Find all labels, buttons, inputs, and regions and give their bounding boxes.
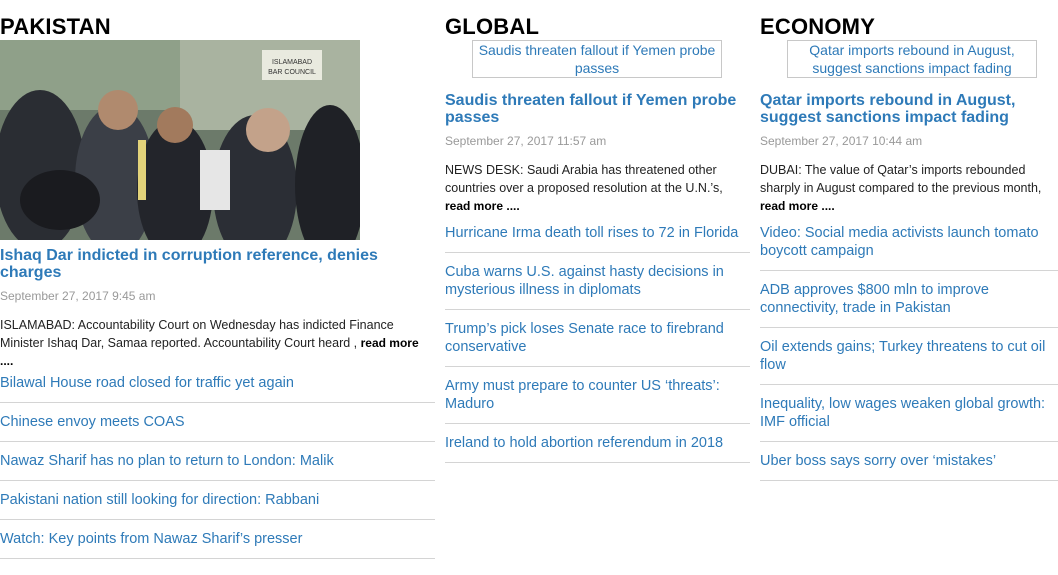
lead-thumbnail-alt[interactable]: Saudis threaten fallout if Yemen probe p…	[472, 40, 722, 78]
list-item: Watch: Key points from Nawaz Sharif’s pr…	[0, 530, 435, 559]
news-link[interactable]: Watch: Key points from Nawaz Sharif’s pr…	[0, 531, 302, 547]
news-link[interactable]: Pakistani nation still looking for direc…	[0, 492, 319, 508]
list-item: Pakistani nation still looking for direc…	[0, 491, 435, 520]
lead-date: September 27, 2017 9:45 am	[0, 289, 156, 303]
lead-headline[interactable]: Ishaq Dar indicted in corruption referen…	[0, 247, 435, 281]
lead-date: September 27, 2017 11:57 am	[445, 134, 607, 148]
list-item: Video: Social media activists launch tom…	[760, 224, 1058, 271]
news-link[interactable]: Army must prepare to counter US ‘threats…	[445, 378, 720, 412]
read-more-link[interactable]: read more ....	[760, 199, 835, 213]
svg-text:BAR COUNCIL: BAR COUNCIL	[268, 69, 316, 76]
list-item: Cuba warns U.S. against hasty decisions …	[445, 263, 750, 310]
pakistan-section: PAKISTAN ISLAMABAD BAR COUNCIL Ishaq Dar…	[0, 14, 435, 559]
economy-news-list: Video: Social media activists launch tom…	[760, 224, 1058, 481]
section-title-pakistan: PAKISTAN	[0, 14, 111, 39]
lead-thumbnail-alt[interactable]: Qatar imports rebound in August, suggest…	[787, 40, 1037, 78]
economy-section: ECONOMY Qatar imports rebound in August,…	[760, 14, 1058, 481]
news-link[interactable]: Ireland to hold abortion referendum in 2…	[445, 435, 723, 451]
lead-summary-text: DUBAI: The value of Qatar’s imports rebo…	[760, 163, 1042, 195]
news-link[interactable]: Bilawal House road closed for traffic ye…	[0, 375, 294, 391]
section-title-global: GLOBAL	[445, 14, 540, 39]
news-link[interactable]: Nawaz Sharif has no plan to return to Lo…	[0, 453, 334, 469]
news-link[interactable]: ADB approves $800 mln to improve connect…	[760, 282, 989, 316]
news-link[interactable]: Cuba warns U.S. against hasty decisions …	[445, 264, 724, 298]
section-title-economy: ECONOMY	[760, 14, 876, 39]
list-item: Ireland to hold abortion referendum in 2…	[445, 434, 750, 463]
global-section: GLOBAL Saudis threaten fallout if Yemen …	[445, 14, 750, 463]
news-link[interactable]: Trump’s pick loses Senate race to firebr…	[445, 321, 724, 355]
news-link[interactable]: Hurricane Irma death toll rises to 72 in…	[445, 225, 738, 241]
lead-summary: DUBAI: The value of Qatar’s imports rebo…	[760, 161, 1058, 215]
global-news-list: Hurricane Irma death toll rises to 72 in…	[445, 224, 750, 463]
list-item: ADB approves $800 mln to improve connect…	[760, 281, 1058, 328]
lead-news-photo[interactable]: ISLAMABAD BAR COUNCIL	[0, 40, 360, 240]
list-item: Oil extends gains; Turkey threatens to c…	[760, 338, 1058, 385]
lead-headline[interactable]: Qatar imports rebound in August, suggest…	[760, 92, 1058, 126]
lead-summary: NEWS DESK: Saudi Arabia has threatened o…	[445, 161, 750, 215]
list-item: Uber boss says sorry over ‘mistakes’	[760, 452, 1058, 481]
read-more-link[interactable]: read more ....	[445, 199, 520, 213]
list-item: Chinese envoy meets COAS	[0, 413, 435, 442]
list-item: Nawaz Sharif has no plan to return to Lo…	[0, 452, 435, 481]
list-item: Trump’s pick loses Senate race to firebr…	[445, 320, 750, 367]
news-link[interactable]: Inequality, low wages weaken global grow…	[760, 396, 1045, 430]
list-item: Bilawal House road closed for traffic ye…	[0, 374, 435, 403]
pakistan-news-list: Bilawal House road closed for traffic ye…	[0, 374, 435, 559]
lead-date: September 27, 2017 10:44 am	[760, 134, 923, 148]
news-link[interactable]: Video: Social media activists launch tom…	[760, 225, 1039, 259]
svg-text:ISLAMABAD: ISLAMABAD	[272, 59, 312, 66]
lead-summary: ISLAMABAD: Accountability Court on Wedne…	[0, 316, 435, 370]
news-link[interactable]: Chinese envoy meets COAS	[0, 414, 185, 430]
list-item: Inequality, low wages weaken global grow…	[760, 395, 1058, 442]
news-link[interactable]: Oil extends gains; Turkey threatens to c…	[760, 339, 1045, 373]
list-item: Army must prepare to counter US ‘threats…	[445, 377, 750, 424]
lead-headline[interactable]: Saudis threaten fallout if Yemen probe p…	[445, 92, 750, 126]
lead-summary-text: ISLAMABAD: Accountability Court on Wedne…	[0, 318, 394, 350]
lead-summary-text: NEWS DESK: Saudi Arabia has threatened o…	[445, 163, 723, 195]
news-link[interactable]: Uber boss says sorry over ‘mistakes’	[760, 453, 996, 469]
list-item: Hurricane Irma death toll rises to 72 in…	[445, 224, 750, 253]
